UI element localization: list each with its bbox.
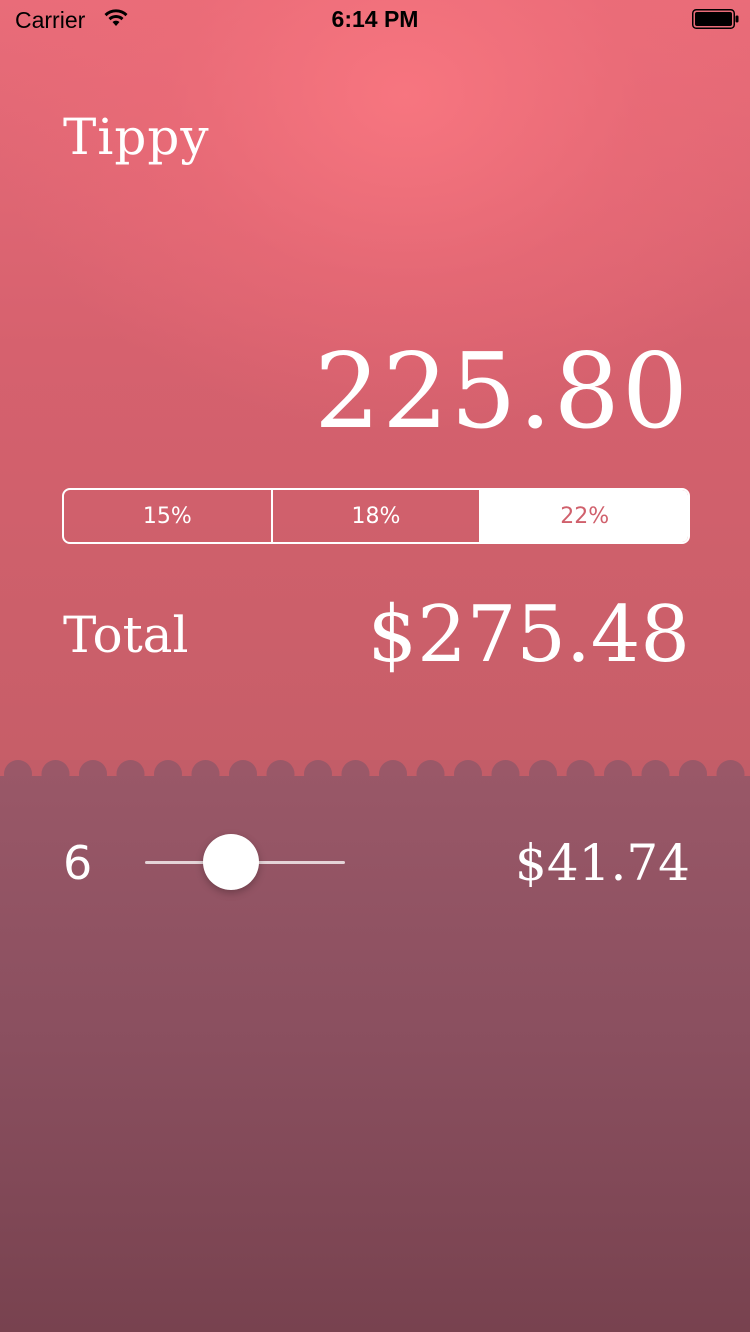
tip-option-18[interactable]: 18% [273,490,482,542]
split-slider[interactable] [145,832,345,892]
total-value: $275.48 [367,590,690,680]
scalloped-edge [0,760,750,776]
per-person-amount: $41.74 [515,834,690,892]
tip-option-15[interactable]: 15% [64,490,273,542]
split-count: 6 [63,836,93,890]
bill-amount-field[interactable]: 225.80 [314,330,690,452]
status-bar: Carrier 6:14 PM [0,0,750,40]
status-time: 6:14 PM [331,6,419,32]
app-screen: Carrier 6:14 PM Tippy 225.80 15% 18% 22%… [0,0,750,1332]
tip-percentage-control[interactable]: 15% 18% 22% [62,488,690,544]
slider-thumb[interactable] [203,834,259,890]
total-label: Total [63,606,189,664]
battery-icon [692,9,739,29]
app-title: Tippy [63,108,210,166]
tip-option-22[interactable]: 22% [481,490,688,542]
